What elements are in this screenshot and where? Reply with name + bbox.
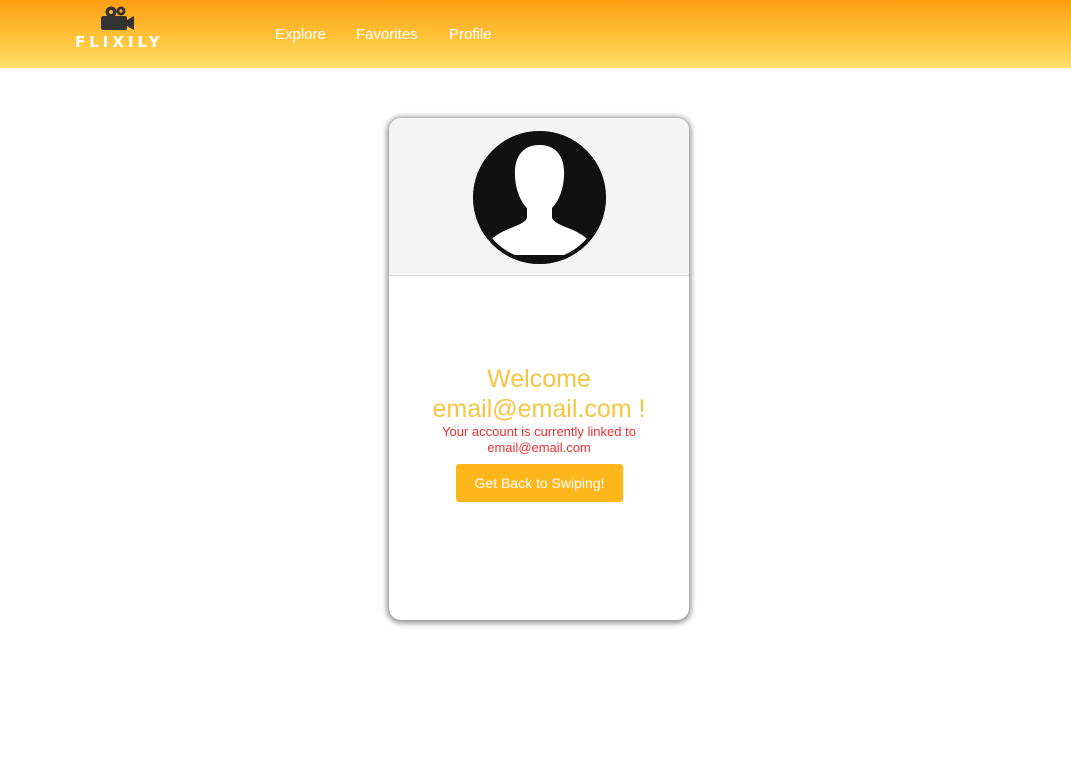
top-navbar: FLIXILY Explore Favorites Profile bbox=[0, 0, 1071, 68]
welcome-heading: Welcome email@email.com ! bbox=[389, 364, 689, 424]
brand-logo[interactable]: FLIXILY bbox=[75, 4, 164, 52]
default-user-silhouette-icon bbox=[473, 131, 606, 264]
account-linked-email: email@email.com bbox=[487, 440, 591, 455]
welcome-email: email@email.com ! bbox=[432, 395, 646, 423]
nav-link-favorites[interactable]: Favorites bbox=[356, 25, 418, 45]
account-linked-message: Your account is currently linked to emai… bbox=[409, 424, 669, 456]
account-linked-text: Your account is currently linked to bbox=[442, 424, 636, 439]
profile-card: Welcome email@email.com ! Your account i… bbox=[389, 118, 689, 620]
nav-link-profile[interactable]: Profile bbox=[449, 25, 492, 45]
nav-link-explore[interactable]: Explore bbox=[275, 25, 326, 45]
profile-card-header bbox=[389, 118, 689, 276]
get-back-to-swiping-button[interactable]: Get Back to Swiping! bbox=[456, 464, 623, 502]
brand-name: FLIXILY bbox=[75, 33, 164, 51]
welcome-text: Welcome bbox=[487, 365, 591, 393]
movie-camera-icon bbox=[101, 6, 134, 30]
